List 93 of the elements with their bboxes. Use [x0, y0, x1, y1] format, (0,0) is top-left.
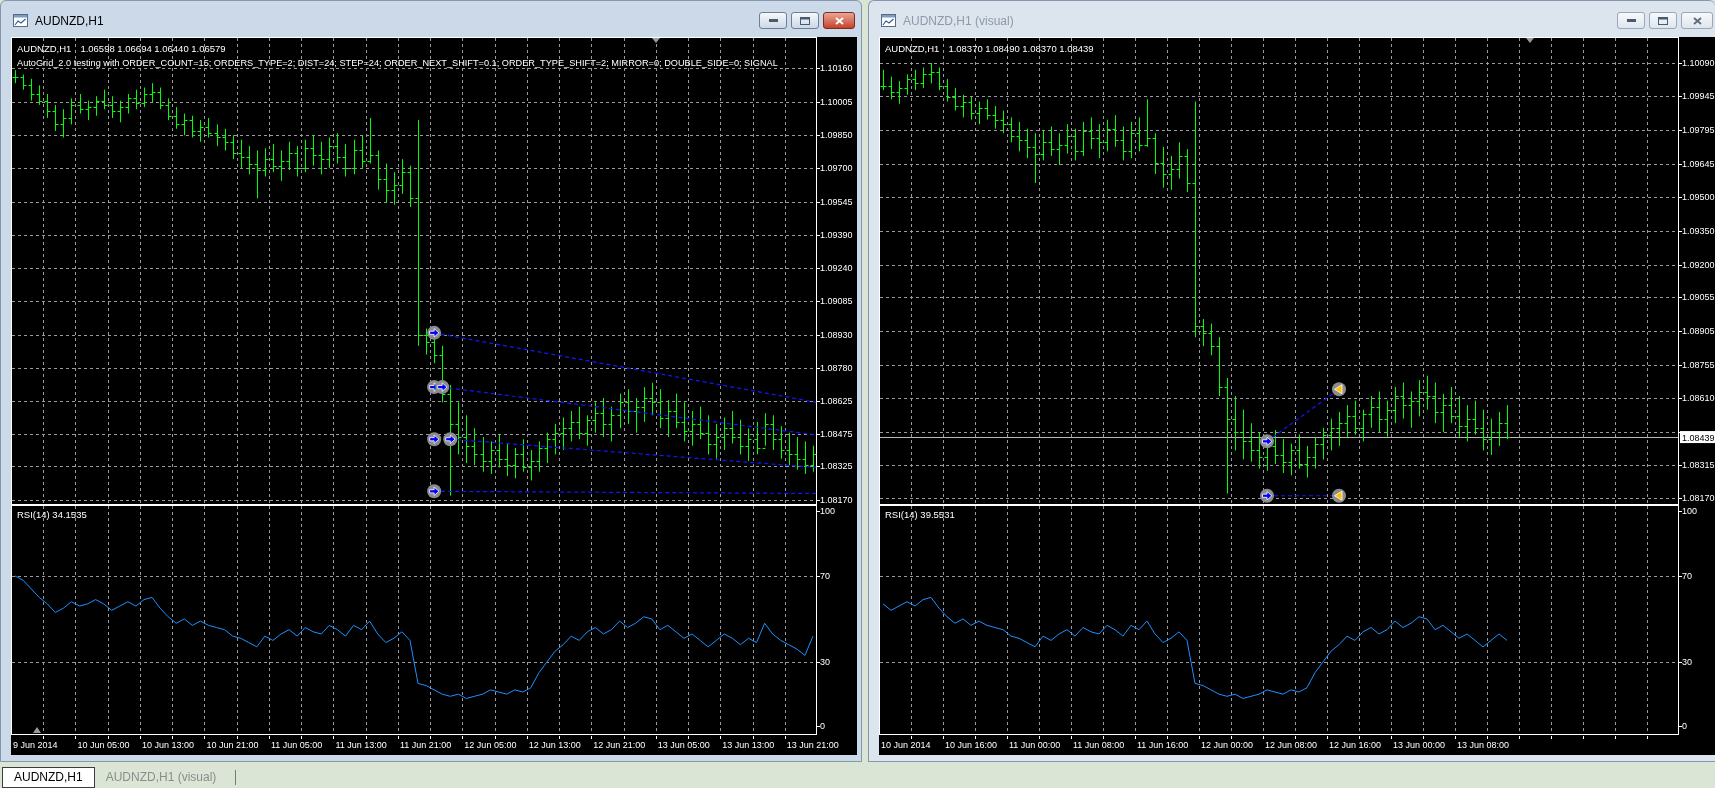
- shift-marker-icon: [652, 38, 660, 43]
- time-label: 11 Jun 21:00: [399, 740, 452, 750]
- price-label: 1.09700: [820, 162, 853, 173]
- minimize-icon: [768, 19, 778, 22]
- price-label: 1.09200: [1682, 259, 1715, 270]
- price-label: 1.08755: [1682, 360, 1715, 371]
- trade-marker-icon: [443, 432, 458, 447]
- time-label: 10 Jun 21:00: [206, 740, 259, 750]
- time-label: 13 Jun 13:00: [722, 740, 775, 750]
- price-label: 1.08930: [820, 330, 853, 340]
- time-label: 10 Jun 2014: [881, 740, 931, 750]
- price-label: 1.09240: [820, 262, 853, 273]
- time-label: 9 Jun 2014: [13, 740, 58, 750]
- time-label: 13 Jun 21:00: [786, 740, 839, 750]
- close-button[interactable]: [1681, 12, 1713, 29]
- ohlc-values: 1.08370 1.08490 1.08370 1.08439: [948, 42, 1094, 56]
- price-label: 1.09795: [1682, 124, 1715, 135]
- indicator-scale-label: 70: [820, 570, 830, 581]
- indicator-scale-label: 100: [820, 506, 836, 517]
- indicator-scale-label: 0: [1682, 721, 1687, 732]
- current-price-label: 1.08439: [1680, 431, 1715, 444]
- time-label: 11 Jun 00:00: [1009, 740, 1061, 750]
- maximize-button[interactable]: [791, 12, 819, 29]
- time-label: 10 Jun 13:00: [141, 740, 194, 750]
- minimize-icon: [1626, 19, 1636, 22]
- time-label: 12 Jun 16:00: [1329, 740, 1382, 750]
- maximize-button[interactable]: [1649, 12, 1677, 29]
- time-label: 11 Jun 05:00: [270, 740, 323, 750]
- minimize-button[interactable]: [1617, 12, 1645, 29]
- time-label: 12 Jun 13:00: [528, 740, 581, 750]
- triangle-icon: [33, 727, 41, 733]
- price-label: 1.09055: [1682, 292, 1715, 303]
- maximize-icon: [800, 16, 810, 25]
- time-label: 12 Jun 21:00: [593, 740, 646, 750]
- price-label: 1.08325: [820, 461, 853, 472]
- close-icon: [1692, 16, 1702, 25]
- window-title: AUDNZD,H1: [35, 12, 104, 30]
- price-label: 1.09390: [820, 230, 853, 241]
- price-label: 1.08610: [1682, 393, 1715, 404]
- minimize-button[interactable]: [759, 12, 787, 29]
- trade-marker-icon: [427, 432, 442, 447]
- price-label: 1.10090: [1682, 58, 1715, 68]
- price-label: 1.08170: [1682, 493, 1715, 503]
- indicator-scale-label: 30: [820, 656, 830, 667]
- indicator-scale-label: 0: [820, 721, 825, 732]
- time-label: 12 Jun 00:00: [1201, 740, 1254, 750]
- indicator-scale-label: 70: [1682, 570, 1692, 581]
- chart-comment: AutoGrid_2.0 testing with ORDER_COUNT=15; ORDERS_TYPE=2; DIST=24; STEP=24; ORDER_NEXT_SHIFT=0.1; ORDER_TYPE_SHIFT=2; MIRROR=0; DOUBLE_SIDE=0; SIGNAL: [17, 57, 778, 70]
- time-label: 10 Jun 16:00: [945, 740, 998, 750]
- price-label: 1.09645: [1682, 158, 1715, 169]
- chart-window-icon: [881, 14, 896, 27]
- window-title: AUDNZD,H1 (visual): [903, 12, 1014, 30]
- price-label: 1.08905: [1682, 326, 1715, 337]
- window-tab[interactable]: AUDNZD,H1: [2, 767, 95, 788]
- price-label: 1.08780: [820, 362, 853, 373]
- trade-marker-icon: [435, 380, 450, 395]
- close-icon: [834, 16, 844, 25]
- trade-marker-icon: [427, 325, 442, 340]
- price-label: 1.09085: [820, 296, 853, 307]
- trade-marker-icon: [427, 484, 442, 499]
- price-label: 1.10005: [820, 96, 853, 107]
- time-label: 13 Jun 00:00: [1393, 740, 1446, 750]
- time-label: 13 Jun 05:00: [657, 740, 710, 750]
- close-button[interactable]: [823, 12, 855, 29]
- indicator-label: RSI(14) 34.1535: [17, 509, 87, 521]
- price-label: 1.09545: [820, 196, 853, 207]
- time-label: 11 Jun 16:00: [1137, 740, 1189, 750]
- trade-marker-icon: [1260, 434, 1274, 449]
- ohlc-values: 1.06598 1.06694 1.06440 1.06579: [80, 42, 226, 56]
- trade-marker-icon: [1332, 382, 1346, 397]
- price-label: 1.08625: [820, 396, 853, 407]
- time-label: 13 Jun 08:00: [1457, 740, 1510, 750]
- shift-marker-icon: [1526, 38, 1534, 43]
- price-label: 1.09945: [1682, 90, 1715, 101]
- time-label: 10 Jun 05:00: [77, 740, 130, 750]
- chart-symbol: AUDNZD,H1: [885, 42, 940, 56]
- price-label: 1.10160: [820, 63, 853, 73]
- indicator-label: RSI(14) 39.5531: [885, 509, 955, 521]
- maximize-icon: [1658, 16, 1668, 25]
- price-label: 1.08315: [1682, 460, 1715, 471]
- price-label: 1.08475: [820, 428, 853, 439]
- time-label: 12 Jun 08:00: [1265, 740, 1318, 750]
- chart-window-icon: [13, 14, 28, 27]
- time-label: 12 Jun 05:00: [464, 740, 517, 750]
- price-label: 1.08170: [820, 495, 853, 505]
- time-label: 11 Jun 08:00: [1073, 740, 1125, 750]
- indicator-scale-label: 30: [1682, 656, 1692, 667]
- indicator-scale-label: 100: [1682, 506, 1698, 517]
- price-label: 1.09350: [1682, 225, 1715, 236]
- chart-symbol: AUDNZD,H1: [17, 42, 72, 56]
- price-label: 1.09500: [1682, 191, 1715, 202]
- price-label: 1.09850: [820, 130, 853, 141]
- time-label: 11 Jun 13:00: [335, 740, 387, 750]
